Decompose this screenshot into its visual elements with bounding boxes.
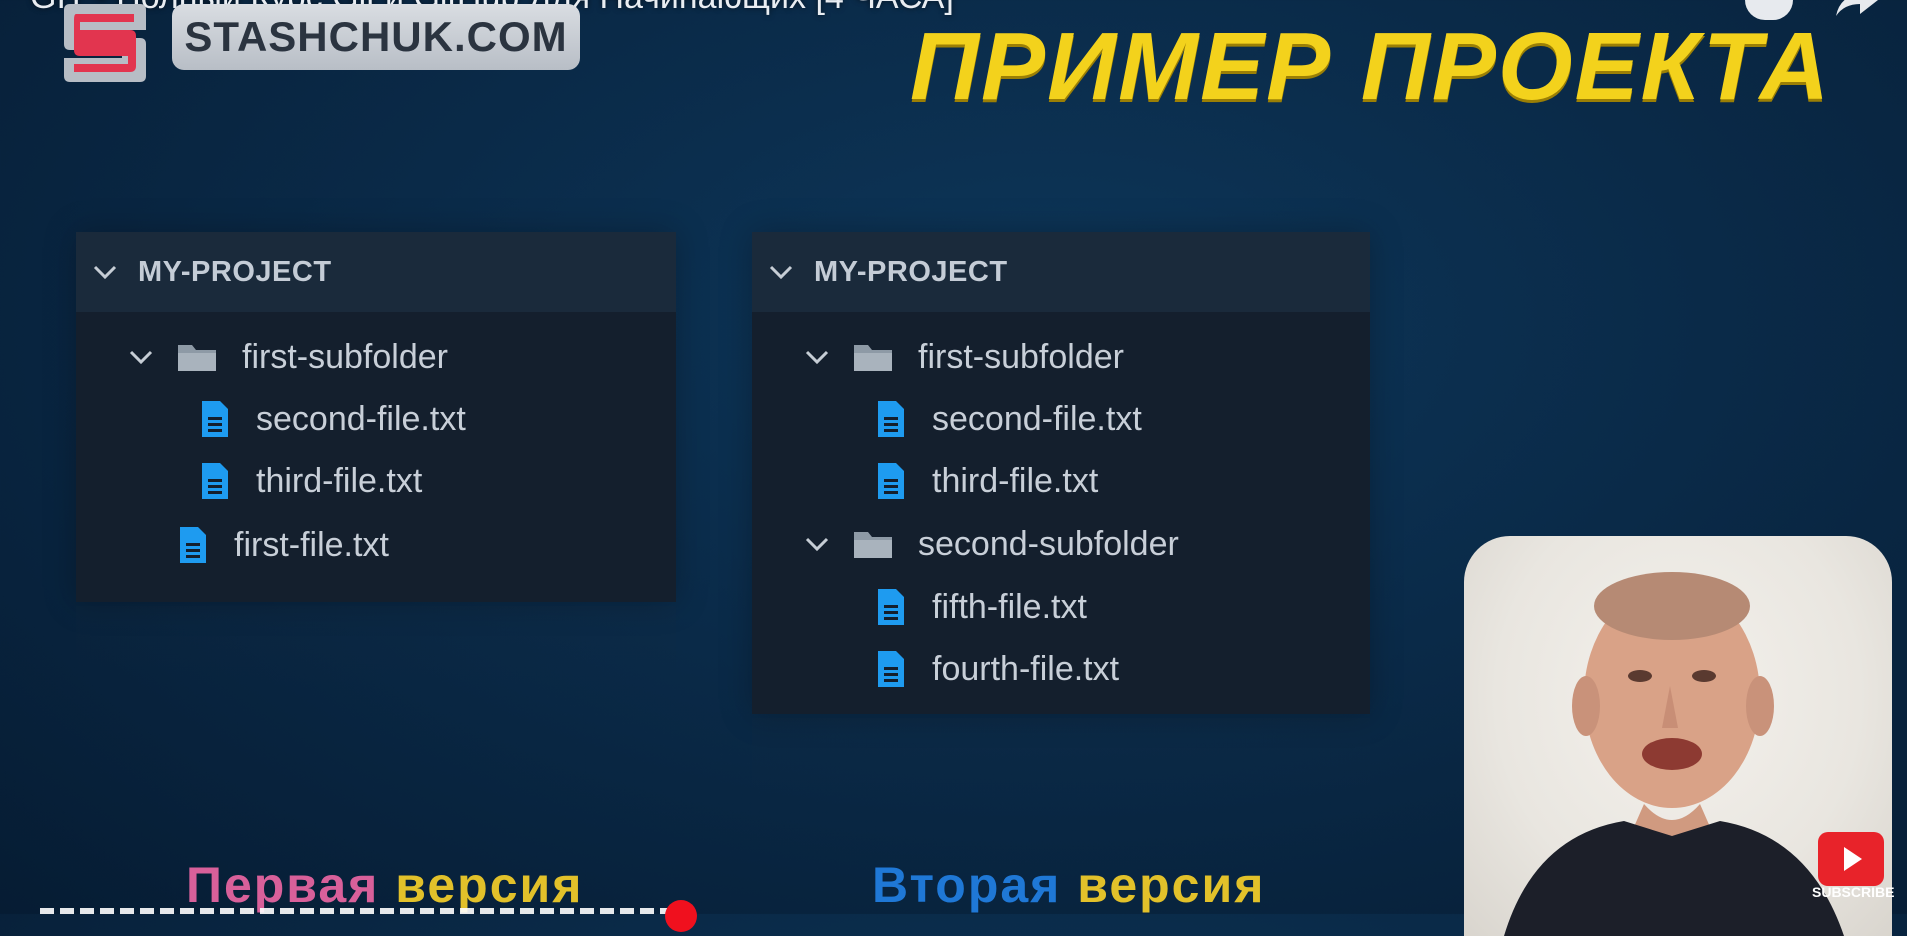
tree-item-label: second-file.txt (256, 399, 466, 438)
file-icon (878, 401, 904, 437)
tree-item-folder[interactable]: first-subfolder (802, 326, 1124, 388)
explorer-root-label: MY-PROJECT (814, 255, 1008, 288)
file-icon (878, 589, 904, 625)
tree-item-label: second-file.txt (932, 399, 1142, 438)
tree-item-label: first-subfolder (918, 337, 1124, 376)
tree-item-file[interactable]: third-file.txt (876, 450, 1098, 512)
file-icon (180, 527, 206, 563)
caption-second-version: Вторая версия (872, 856, 1265, 914)
caption-word: версия (395, 857, 584, 913)
tree-item-folder[interactable]: second-subfolder (802, 513, 1179, 575)
tree-item-file[interactable]: second-file.txt (200, 388, 466, 450)
file-icon (202, 463, 228, 499)
explorer-panel-second-version: MY-PROJECT first-subfolder second-file.t… (752, 232, 1370, 714)
tree-item-label: third-file.txt (256, 461, 423, 500)
chevron-down-icon (805, 350, 829, 365)
chevron-down-icon (769, 265, 793, 280)
file-icon (202, 401, 228, 437)
explorer-root-header[interactable]: MY-PROJECT (752, 232, 1370, 312)
chevron-down-icon (93, 265, 117, 280)
youtube-subscribe-icon[interactable] (1818, 832, 1884, 886)
folder-icon (178, 345, 216, 371)
explorer-root-header[interactable]: MY-PROJECT (76, 232, 676, 312)
tree-item-label: first-file.txt (234, 525, 389, 564)
tree-item-file[interactable]: first-file.txt (178, 514, 389, 576)
tree-item-file[interactable]: fifth-file.txt (876, 576, 1087, 638)
caption-word: Первая (186, 857, 380, 913)
explorer-root-label: MY-PROJECT (138, 255, 332, 288)
caption-word: Вторая (872, 857, 1062, 913)
folder-icon (854, 345, 892, 371)
folder-icon (854, 532, 892, 558)
progress-scrubber[interactable] (665, 900, 697, 932)
tree-item-label: third-file.txt (932, 461, 1099, 500)
subscribe-label[interactable]: SUBSCRIBE (1812, 884, 1894, 900)
tree-item-folder[interactable]: first-subfolder (126, 326, 448, 388)
logo-text: STASHCHUK.COM (184, 13, 568, 60)
tree-item-label: second-subfolder (918, 524, 1179, 563)
logo-badge: STASHCHUK.COM (172, 4, 580, 70)
caption-word: версия (1077, 857, 1266, 913)
stashchuk-logo-icon (60, 0, 150, 84)
tree-item-label: fourth-file.txt (932, 649, 1120, 688)
panel-reflection (76, 606, 676, 686)
chevron-down-icon (129, 350, 153, 365)
tree-item-label: fifth-file.txt (932, 587, 1087, 626)
chevron-down-icon (805, 537, 829, 552)
caption-first-version: Первая версия (186, 856, 583, 914)
tree-item-label: first-subfolder (242, 337, 448, 376)
tree-item-file[interactable]: second-file.txt (876, 388, 1142, 450)
share-icon[interactable] (1830, 0, 1880, 26)
panel-reflection (752, 718, 1370, 798)
progress-bar[interactable] (40, 908, 680, 914)
file-icon (878, 651, 904, 687)
explorer-panel-first-version: MY-PROJECT first-subfolder second-file.t… (76, 232, 676, 602)
slide-heading: ПРИМЕР ПРОЕКТА (910, 13, 1832, 120)
tree-item-file[interactable]: third-file.txt (200, 450, 422, 512)
tree-item-file[interactable]: fourth-file.txt (876, 638, 1119, 700)
file-icon (878, 463, 904, 499)
